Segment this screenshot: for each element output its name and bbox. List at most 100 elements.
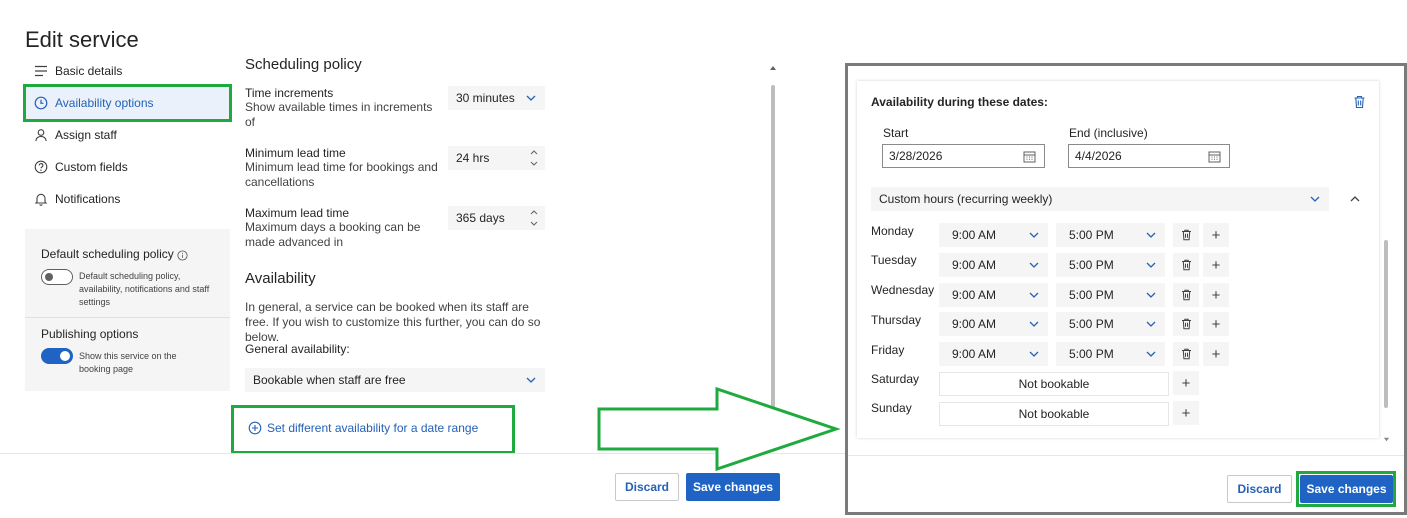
availability-description: In general, a service can be booked when…: [245, 300, 541, 344]
time-value: 5:00 PM: [1069, 317, 1114, 331]
hours-mode-select[interactable]: Custom hours (recurring weekly): [871, 187, 1329, 211]
scroll-down-arrow[interactable]: [1383, 436, 1390, 443]
time-value: 5:00 PM: [1069, 258, 1114, 272]
save-changes-button[interactable]: Save changes: [686, 473, 780, 501]
thursday-end-select[interactable]: 5:00 PM: [1056, 312, 1165, 336]
publishing-toggle[interactable]: [41, 348, 73, 364]
stepper-arrows[interactable]: [529, 209, 539, 227]
max-lead-stepper[interactable]: 365 days: [448, 206, 545, 230]
time-increments-sub: Show available times in increments of: [245, 100, 433, 129]
chevron-down-icon: [1029, 351, 1039, 357]
monday-start-select[interactable]: 9:00 AM: [939, 223, 1048, 247]
person-icon: [33, 127, 49, 143]
left-scrollbar-thumb[interactable]: [771, 85, 775, 430]
arrow-right-icon: [597, 386, 841, 472]
nav-item-availability-options[interactable]: Availability options: [25, 87, 231, 119]
thursday-start-select[interactable]: 9:00 AM: [939, 312, 1048, 336]
chevron-down-icon[interactable]: [529, 221, 539, 227]
end-date-input[interactable]: 4/4/2026: [1068, 144, 1230, 168]
min-lead-stepper[interactable]: 24 hrs: [448, 146, 545, 170]
wednesday-add-button[interactable]: +: [1203, 283, 1229, 307]
time-value: 5:00 PM: [1069, 228, 1114, 242]
chevron-up-icon[interactable]: [529, 149, 539, 155]
time-increments-select[interactable]: 30 minutes: [448, 86, 545, 110]
chevron-down-icon: [1029, 232, 1039, 238]
tuesday-add-button[interactable]: +: [1203, 253, 1229, 277]
discard-button[interactable]: Discard: [615, 473, 679, 501]
friday-end-select[interactable]: 5:00 PM: [1056, 342, 1165, 366]
stepper-arrows[interactable]: [529, 149, 539, 167]
wednesday-start-select[interactable]: 9:00 AM: [939, 283, 1048, 307]
max-lead-sub: Maximum days a booking can be made advan…: [245, 220, 421, 249]
thursday-add-button[interactable]: +: [1203, 312, 1229, 336]
footer-divider: [848, 455, 1404, 456]
end-label: End (inclusive): [1069, 126, 1148, 140]
scheduling-heading: Scheduling policy: [245, 56, 362, 73]
nav-item-basic-details[interactable]: Basic details: [25, 55, 231, 87]
sunday-add-button[interactable]: +: [1173, 401, 1199, 425]
default-policy-toggle[interactable]: [41, 269, 73, 285]
time-increments-label: Time increments: [245, 86, 334, 100]
wednesday-delete-button[interactable]: [1173, 283, 1199, 307]
scroll-up-arrow[interactable]: [769, 64, 777, 72]
page-title: Edit service: [25, 27, 139, 52]
time-increments-value: 30 minutes: [456, 91, 515, 105]
monday-add-button[interactable]: +: [1203, 223, 1229, 247]
calendar-icon[interactable]: [1023, 150, 1036, 163]
chevron-down-icon: [1029, 292, 1039, 298]
saturday-add-button[interactable]: +: [1173, 371, 1199, 395]
friday-start-select[interactable]: 9:00 AM: [939, 342, 1048, 366]
nav-item-notifications[interactable]: Notifications: [25, 183, 231, 215]
monday-delete-button[interactable]: [1173, 223, 1199, 247]
nav-item-custom-fields[interactable]: Custom fields: [25, 151, 231, 183]
chevron-down-icon: [1029, 262, 1039, 268]
day-label-friday: Friday: [871, 343, 905, 357]
date-range-card: Availability during these dates: Start 3…: [857, 81, 1379, 438]
tuesday-end-select[interactable]: 5:00 PM: [1056, 253, 1165, 277]
calendar-icon[interactable]: [1208, 150, 1221, 163]
chevron-down-icon[interactable]: [529, 161, 539, 167]
chevron-up-icon[interactable]: [1349, 193, 1361, 205]
plus-icon: +: [1211, 315, 1221, 333]
nav-label: Basic details: [55, 64, 123, 78]
monday-end-select[interactable]: 5:00 PM: [1056, 223, 1165, 247]
chevron-down-icon: [1146, 292, 1156, 298]
general-availability-select[interactable]: Bookable when staff are free: [245, 368, 545, 392]
hours-mode-value: Custom hours (recurring weekly): [879, 192, 1053, 206]
right-scrollbar-thumb[interactable]: [1384, 240, 1388, 408]
max-lead-value: 365 days: [456, 211, 505, 225]
plus-circle-icon: [248, 421, 262, 435]
bell-icon: [33, 191, 49, 207]
info-icon[interactable]: [177, 248, 188, 266]
chevron-down-icon: [1029, 321, 1039, 327]
tuesday-delete-button[interactable]: [1173, 253, 1199, 277]
day-label-sunday: Sunday: [871, 401, 912, 415]
save-changes-button[interactable]: Save changes: [1300, 475, 1393, 503]
chevron-down-icon: [526, 95, 536, 101]
availability-heading: Availability: [245, 270, 316, 287]
friday-add-button[interactable]: +: [1203, 342, 1229, 366]
plus-icon: +: [1181, 374, 1191, 392]
discard-button[interactable]: Discard: [1227, 475, 1292, 503]
time-value: 9:00 AM: [952, 288, 997, 302]
date-range-link[interactable]: Set different availability for a date ra…: [248, 421, 478, 435]
general-availability-value: Bookable when staff are free: [253, 373, 406, 387]
wednesday-end-select[interactable]: 5:00 PM: [1056, 283, 1165, 307]
policy-cards: Default scheduling policy Default schedu…: [25, 229, 230, 391]
time-value: 9:00 AM: [952, 258, 997, 272]
trash-icon[interactable]: [1353, 95, 1366, 109]
day-label-monday: Monday: [871, 224, 914, 238]
start-date-input[interactable]: 3/28/2026: [882, 144, 1045, 168]
plus-icon: +: [1211, 286, 1221, 304]
chevron-up-icon[interactable]: [529, 209, 539, 215]
publishing-title: Publishing options: [41, 327, 139, 341]
chevron-down-icon: [1310, 196, 1320, 202]
day-label-wednesday: Wednesday: [871, 283, 935, 297]
nav-item-assign-staff[interactable]: Assign staff: [25, 119, 231, 151]
friday-delete-button[interactable]: [1173, 342, 1199, 366]
tuesday-start-select[interactable]: 9:00 AM: [939, 253, 1048, 277]
thursday-delete-button[interactable]: [1173, 312, 1199, 336]
time-value: 9:00 AM: [952, 347, 997, 361]
end-date-value: 4/4/2026: [1075, 149, 1122, 163]
chevron-down-icon: [526, 377, 536, 383]
